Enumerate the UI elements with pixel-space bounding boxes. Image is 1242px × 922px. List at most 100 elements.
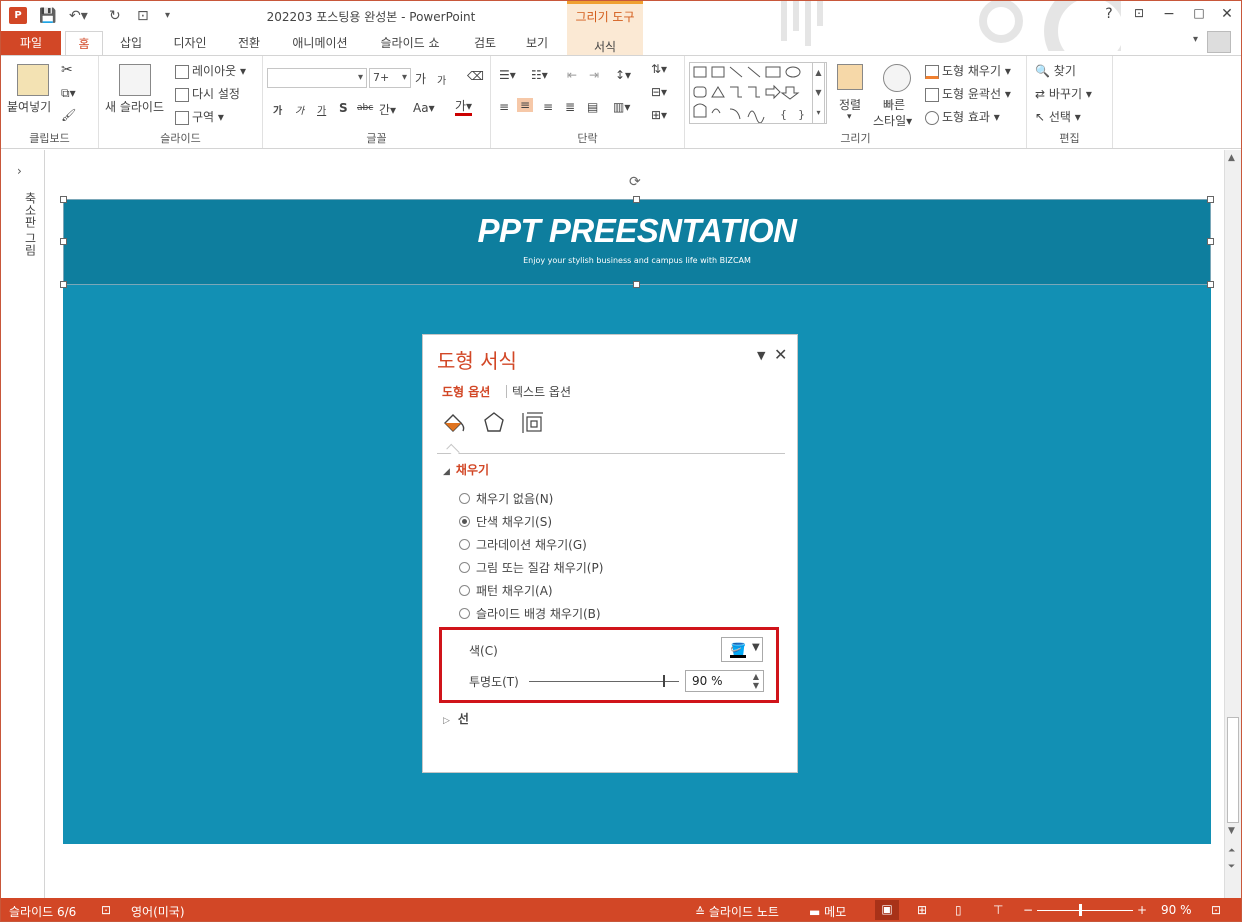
thumbnails-label[interactable]: 축소판 그림 xyxy=(5,192,39,272)
align-right-icon[interactable]: ≡ xyxy=(543,100,553,114)
quick-styles-button[interactable]: 스타일▾ xyxy=(873,112,912,129)
tab-shape-options[interactable]: 도형 옵션 xyxy=(442,383,490,400)
resize-handle[interactable] xyxy=(1207,196,1214,203)
arrange-icon[interactable] xyxy=(837,64,863,90)
effects-icon[interactable] xyxy=(483,411,505,438)
shrink-font-button[interactable]: 가 xyxy=(437,72,446,87)
bold-button[interactable]: 가 xyxy=(273,102,282,117)
align-text-icon[interactable]: ⊟▾ xyxy=(651,85,667,99)
text-direction-icon[interactable]: ⇅▾ xyxy=(651,62,667,76)
zoom-in-icon[interactable]: + xyxy=(1137,903,1147,917)
ribbon-display-options-icon[interactable]: ⊡ xyxy=(1129,6,1149,20)
paste-button[interactable]: 붙여넣기 xyxy=(7,98,51,115)
quick-styles-label-1[interactable]: 빠른 xyxy=(883,96,905,113)
align-left-icon[interactable]: ≡ xyxy=(499,100,509,114)
help-button[interactable]: ? xyxy=(1099,6,1119,22)
slideshow-view-icon[interactable]: ⊤ xyxy=(993,903,1003,917)
radio-button[interactable] xyxy=(459,493,470,504)
previous-slide-icon[interactable]: ⏶ xyxy=(1228,846,1235,856)
fill-option-solid[interactable]: 단색 채우기(S) xyxy=(459,513,552,530)
justify-icon[interactable]: ≣ xyxy=(565,100,575,114)
resize-handle[interactable] xyxy=(633,196,640,203)
expand-thumbnails-icon[interactable]: › xyxy=(17,164,22,178)
zoom-out-icon[interactable]: − xyxy=(1023,903,1033,917)
resize-handle[interactable] xyxy=(1207,238,1214,245)
tab-review[interactable]: 검토 xyxy=(463,31,507,55)
radio-button[interactable] xyxy=(459,539,470,550)
find-button[interactable]: 🔍 찾기 xyxy=(1035,62,1076,79)
shadow-button[interactable]: S xyxy=(339,101,348,115)
arrange-button[interactable]: 정렬 xyxy=(839,96,861,113)
grow-font-button[interactable]: 가 xyxy=(415,70,426,87)
tab-view[interactable]: 보기 xyxy=(517,31,557,55)
resize-handle[interactable] xyxy=(1207,281,1214,288)
strikethrough-button[interactable]: abc xyxy=(357,103,373,113)
rotate-handle-icon[interactable]: ⟳ xyxy=(629,174,641,190)
transparency-slider[interactable] xyxy=(529,681,679,682)
reading-view-icon[interactable]: ▯ xyxy=(955,903,962,917)
title-banner-shape[interactable]: PPT PREESNTATION Enjoy your stylish busi… xyxy=(63,199,1211,285)
pane-options-icon[interactable]: ▼ xyxy=(757,349,765,362)
resize-handle[interactable] xyxy=(60,196,67,203)
scroll-thumb[interactable] xyxy=(1227,717,1239,823)
character-spacing-button[interactable]: 간▾ xyxy=(379,101,396,118)
transparency-input[interactable]: 90 % ▲ ▼ xyxy=(685,670,764,692)
vertical-scrollbar[interactable]: ▲ ▼ ⏶ ⏷ xyxy=(1224,150,1241,898)
bullets-icon[interactable]: ☰▾ xyxy=(499,68,516,82)
radio-button[interactable] xyxy=(459,562,470,573)
tab-slideshow[interactable]: 슬라이드 쇼 xyxy=(369,31,451,55)
shape-effects-button[interactable]: 도형 효과 ▾ xyxy=(925,108,1000,125)
normal-view-icon[interactable]: ▣ xyxy=(875,900,899,920)
clear-format-icon[interactable]: ⌫ xyxy=(467,69,484,83)
tab-design[interactable]: 디자인 xyxy=(163,31,217,55)
shapes-gallery[interactable]: { } xyxy=(689,62,827,124)
smartart-icon[interactable]: ⊞▾ xyxy=(651,108,667,122)
radio-button[interactable] xyxy=(459,585,470,596)
distributed-icon[interactable]: ▤ xyxy=(587,100,598,114)
slide-sorter-icon[interactable]: ⊞ xyxy=(917,903,927,917)
tab-home[interactable]: 홈 xyxy=(65,31,103,55)
zoom-slider-thumb[interactable] xyxy=(1079,904,1082,916)
spinner-icon[interactable]: ▲ ▼ xyxy=(753,672,759,690)
zoom-level[interactable]: 90 % xyxy=(1161,903,1192,917)
tab-animations[interactable]: 애니메이션 xyxy=(281,31,359,55)
font-name-combo[interactable] xyxy=(267,68,367,88)
columns-icon[interactable]: ▥▾ xyxy=(613,100,630,114)
comments-button[interactable]: ▬ 메모 xyxy=(809,903,846,920)
change-case-button[interactable]: Aa▾ xyxy=(413,101,435,115)
radio-button[interactable] xyxy=(459,516,470,527)
resize-handle[interactable] xyxy=(60,281,67,288)
new-slide-button[interactable]: 새 슬라이드 xyxy=(105,98,164,115)
align-center-icon[interactable]: ≡ xyxy=(517,98,534,112)
select-button[interactable]: ↖ 선택 ▾ xyxy=(1035,108,1081,125)
tab-text-options[interactable]: 텍스트 옵션 xyxy=(512,383,571,400)
minimize-icon[interactable]: − xyxy=(1159,6,1179,22)
shape-outline-button[interactable]: 도형 윤곽선 ▾ xyxy=(925,85,1011,102)
new-slide-icon[interactable] xyxy=(119,64,151,96)
increase-indent-icon[interactable]: ⇥ xyxy=(589,68,599,82)
size-properties-icon[interactable] xyxy=(521,411,545,440)
shapes-gallery-scroll[interactable]: ▲ ▼ ▾ xyxy=(812,62,825,124)
avatar[interactable] xyxy=(1207,31,1231,53)
zoom-slider[interactable] xyxy=(1037,910,1133,911)
shape-fill-button[interactable]: 도형 채우기 ▾ xyxy=(925,62,1011,79)
line-spacing-icon[interactable]: ↕▾ xyxy=(615,68,631,82)
fill-color-picker[interactable]: 🪣 ▼ xyxy=(721,637,763,662)
notes-button[interactable]: ≙ 슬라이드 노트 xyxy=(695,903,779,920)
radio-button[interactable] xyxy=(459,608,470,619)
pane-close-icon[interactable]: ✕ xyxy=(774,345,787,364)
scroll-up-icon[interactable]: ▲ xyxy=(1228,153,1235,163)
copy-icon[interactable]: ⧉▾ xyxy=(61,86,76,101)
font-size-combo[interactable]: 7+ xyxy=(369,68,411,88)
section-button[interactable]: 구역 ▾ xyxy=(175,108,224,125)
fill-option-pattern[interactable]: 패턴 채우기(A) xyxy=(459,582,553,599)
underline-button[interactable]: 가 xyxy=(317,102,326,117)
line-section-toggle[interactable]: ▷ 선 xyxy=(443,710,469,727)
quick-styles-icon[interactable] xyxy=(883,64,911,92)
italic-button[interactable]: 가 xyxy=(295,102,304,117)
fit-to-window-icon[interactable]: ⊡ xyxy=(1211,903,1221,917)
scroll-down-icon[interactable]: ▼ xyxy=(1228,826,1235,836)
tab-file[interactable]: 파일 xyxy=(1,31,61,55)
font-color-button[interactable]: 가▾ xyxy=(455,99,473,116)
resize-handle[interactable] xyxy=(633,281,640,288)
